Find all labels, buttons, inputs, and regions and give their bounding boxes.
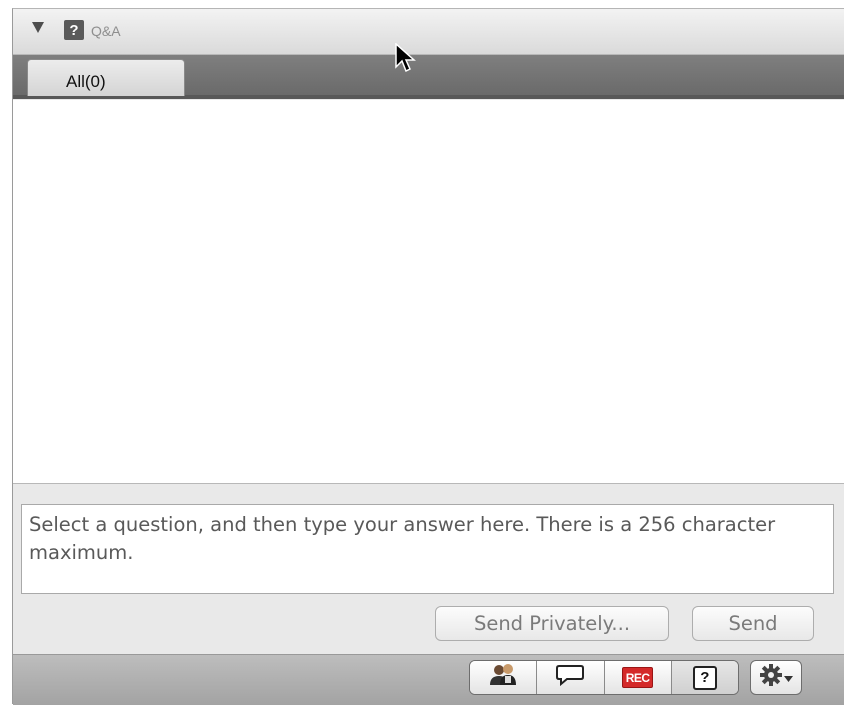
send-button[interactable]: Send — [692, 606, 814, 641]
mouse-cursor-icon — [395, 43, 416, 73]
panel-toggle-group: REC ? — [469, 660, 739, 695]
question-list[interactable] — [13, 100, 844, 484]
tab-all[interactable]: All(0) — [27, 59, 185, 96]
record-icon: REC — [622, 667, 654, 688]
answer-input[interactable] — [21, 504, 834, 594]
tab-bar: All(0) — [13, 55, 844, 99]
qa-panel: ? Q&A All(0) Send Privately... Send — [12, 8, 844, 705]
qa-panel-header[interactable]: ? Q&A — [13, 9, 844, 55]
qa-button[interactable]: ? — [671, 661, 738, 694]
bottom-toolbar: REC ? — [13, 654, 844, 705]
chat-icon — [556, 664, 585, 691]
dropdown-arrow-icon — [784, 669, 793, 687]
collapse-triangle-icon[interactable] — [32, 22, 44, 33]
send-privately-button[interactable]: Send Privately... — [435, 606, 669, 641]
tab-all-label: All(0) — [66, 72, 106, 91]
question-badge-icon: ? — [64, 20, 84, 40]
record-button[interactable]: REC — [604, 661, 672, 694]
settings-button[interactable] — [750, 660, 802, 695]
gear-icon — [759, 663, 783, 692]
qa-icon: ? — [692, 665, 717, 690]
participants-icon — [488, 663, 518, 692]
panel-title: Q&A — [91, 23, 121, 39]
chat-button[interactable] — [537, 661, 605, 694]
participants-button[interactable] — [470, 661, 538, 694]
